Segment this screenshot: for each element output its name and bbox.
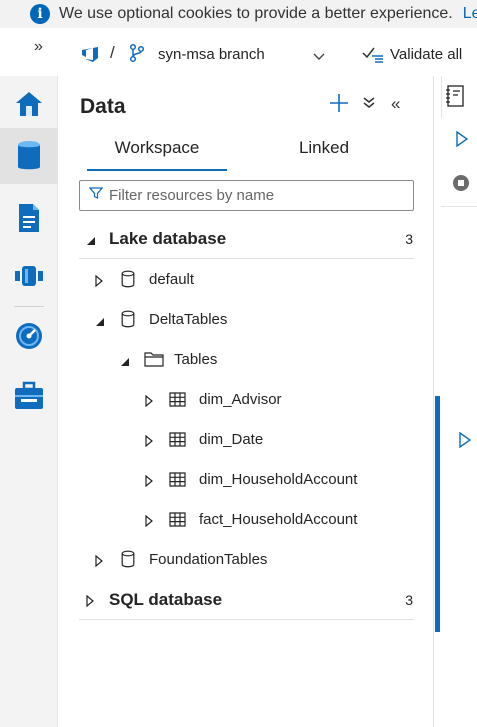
top-toolbar: » / syn-msa branch Validate all [0,28,477,76]
caret-collapsed-icon[interactable] [145,434,153,452]
database-icon [121,270,135,293]
tree-item-label: Tables [174,351,218,368]
tree-item-label: fact_HouseholdAccount [199,511,358,528]
rail-divider [14,306,44,307]
table-icon [169,432,186,452]
filter-box [79,180,414,211]
left-nav-rail [0,76,58,727]
filter-icon [88,186,104,205]
tree-item-label: dim_Advisor [199,391,282,408]
validate-all-icon[interactable] [362,45,384,68]
integrate-icon[interactable] [0,248,58,304]
run-all-icon[interactable] [456,130,469,152]
tree-item-table[interactable]: dim_Date [59,420,434,460]
data-icon[interactable] [0,128,58,184]
tree-section-lake-database[interactable]: Lake database 3 [59,219,434,259]
tree-item-tables-folder[interactable]: Tables [59,340,434,380]
database-icon [121,310,135,333]
breadcrumb-separator: / [110,43,115,62]
cookie-banner: i We use optional cookies to provide a b… [0,0,477,28]
data-panel: Data « Workspace Linked Lake database 3 [59,76,434,727]
caret-collapsed-icon[interactable] [145,514,153,532]
collapse-all-icon[interactable] [362,96,376,115]
caret-collapsed-icon[interactable] [95,274,103,292]
branch-selector-label[interactable]: syn-msa branch [158,46,265,63]
git-branch-icon [128,43,146,68]
tab-selected-indicator [87,169,227,171]
tree-item-label: DeltaTables [149,311,228,328]
tree-item-table[interactable]: dim_HouseholdAccount [59,460,434,500]
table-icon [169,392,186,412]
stop-session-icon[interactable] [453,175,469,191]
manage-icon[interactable] [0,368,58,424]
item-count: 3 [405,592,413,608]
info-icon: i [30,4,50,24]
filter-input[interactable] [109,187,389,204]
add-resource-button[interactable] [328,92,350,114]
table-icon [169,472,186,492]
caret-collapsed-icon[interactable] [86,594,94,612]
canvas-divider [441,206,477,207]
active-cell-indicator [435,396,440,632]
notebook-canvas [435,76,477,727]
notebook-icon[interactable] [445,85,465,112]
caret-collapsed-icon[interactable] [145,394,153,412]
tree-item-default[interactable]: default [59,260,434,300]
cookie-message: We use optional cookies to provide a bet… [59,5,453,22]
toolbar-divider [441,76,442,118]
tree-section-sql-database[interactable]: SQL database 3 [59,580,434,620]
home-icon[interactable] [0,76,58,132]
caret-collapsed-icon[interactable] [145,474,153,492]
tree-item-label: dim_Date [199,431,264,448]
tree-item-table[interactable]: fact_HouseholdAccount [59,500,434,540]
tab-workspace[interactable]: Workspace [87,138,227,158]
cookie-learn-more-link[interactable]: Le [463,5,477,23]
tree-item-label: dim_HouseholdAccount [199,471,358,488]
tree-item-deltatables[interactable]: DeltaTables [59,300,434,340]
validate-all-button[interactable]: Validate all [390,46,462,63]
tree-item-label: default [149,271,195,288]
tree-item-label: FoundationTables [149,551,268,568]
devops-repo-icon[interactable] [80,44,100,67]
run-cell-icon[interactable] [459,431,472,453]
tree-item-foundationtables[interactable]: FoundationTables [59,540,434,580]
table-icon [169,512,186,532]
database-icon [121,550,135,573]
folder-icon [144,351,164,372]
section-divider [79,258,414,259]
tree-item-table[interactable]: dim_Advisor [59,380,434,420]
chevron-down-icon[interactable] [313,48,325,66]
panel-title: Data [80,95,126,118]
monitor-icon[interactable] [0,308,58,364]
hide-panel-button[interactable]: « [391,94,400,114]
section-divider [79,619,414,620]
caret-expanded-icon[interactable] [120,354,130,372]
tree-item-label: Lake database [109,229,227,248]
tree-item-label: SQL database [109,590,223,609]
develop-icon[interactable] [0,190,58,246]
expand-rail-button[interactable]: » [34,38,43,56]
tab-linked[interactable]: Linked [254,138,394,158]
caret-expanded-icon[interactable] [86,233,96,251]
caret-collapsed-icon[interactable] [95,554,103,572]
caret-expanded-icon[interactable] [95,314,105,332]
item-count: 3 [405,231,413,247]
